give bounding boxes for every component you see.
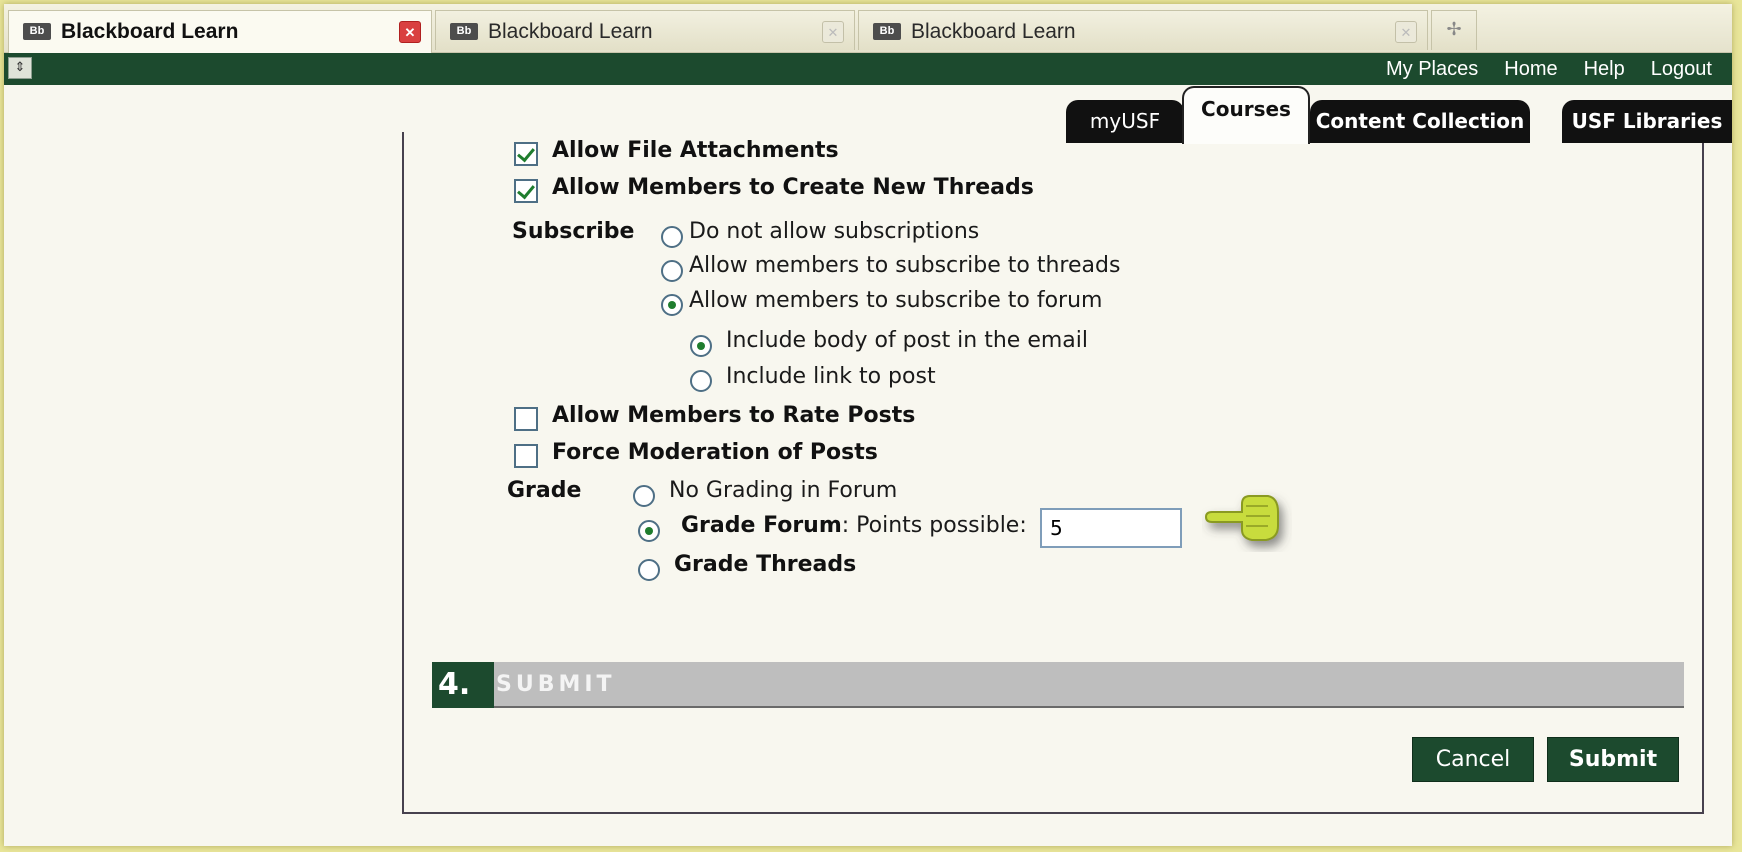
my-places-link[interactable]: My Places: [1386, 58, 1478, 80]
radio-selected-dot: [645, 527, 653, 535]
grade-forum-radio[interactable]: [638, 520, 660, 542]
section-number: 4.: [432, 662, 494, 708]
submit-section-header: 4. SUBMIT: [432, 662, 1684, 708]
allow-rate-posts-checkbox[interactable]: [514, 407, 538, 431]
allow-rate-posts-label: Allow Members to Rate Posts: [552, 403, 916, 428]
no-grading-label: No Grading in Forum: [669, 478, 898, 503]
grade-threads-label: Grade Threads: [674, 552, 857, 577]
global-links: My Places Home Help Logout: [1386, 58, 1732, 81]
grade-threads-radio[interactable]: [638, 559, 660, 581]
tab-myusf[interactable]: myUSF: [1066, 100, 1184, 143]
collapse-header-icon[interactable]: ⇕: [8, 57, 32, 79]
browser-tab-bar: Bb Blackboard Learn ✕ Bb Blackboard Lear…: [4, 4, 1732, 53]
cancel-button[interactable]: Cancel: [1412, 737, 1534, 782]
browser-tab-title: Blackboard Learn: [911, 20, 1076, 43]
no-grading-radio[interactable]: [633, 485, 655, 507]
browser-tab-1[interactable]: Bb Blackboard Learn ✕: [8, 10, 432, 53]
include-link-radio[interactable]: [690, 370, 712, 392]
grade-label: Grade: [507, 478, 582, 503]
blackboard-favicon-icon: Bb: [23, 23, 51, 40]
tab-content-collection[interactable]: Content Collection: [1310, 100, 1530, 143]
include-body-label: Include body of post in the email: [726, 328, 1089, 353]
browser-tab-title: Blackboard Learn: [488, 20, 653, 43]
browser-tab-3[interactable]: Bb Blackboard Learn ✕: [858, 10, 1428, 50]
allow-file-attachments-checkbox[interactable]: [514, 142, 538, 166]
browser-tab-title: Blackboard Learn: [61, 20, 239, 43]
browser-window: Bb Blackboard Learn ✕ Bb Blackboard Lear…: [4, 4, 1732, 846]
allow-new-threads-label: Allow Members to Create New Threads: [552, 175, 1034, 200]
close-tab-icon[interactable]: ✕: [399, 21, 421, 43]
help-link[interactable]: Help: [1584, 58, 1625, 80]
top-navigation-bar: ⇕ My Places Home Help Logout: [4, 53, 1732, 85]
force-moderation-label: Force Moderation of Posts: [552, 440, 878, 465]
subscribe-forum-label: Allow members to subscribe to forum: [689, 288, 1103, 313]
grade-forum-row: Grade Forum: Points possible:: [681, 513, 1027, 538]
blackboard-favicon-icon: Bb: [873, 23, 901, 40]
close-tab-icon[interactable]: ✕: [822, 21, 844, 43]
home-link[interactable]: Home: [1504, 58, 1557, 80]
grade-forum-label: Grade Forum: [681, 513, 842, 538]
points-possible-label: : Points possible:: [841, 513, 1027, 538]
subscribe-none-radio[interactable]: [661, 226, 683, 248]
subscribe-none-label: Do not allow subscriptions: [689, 219, 980, 244]
tab-courses[interactable]: Courses: [1182, 86, 1310, 144]
subscribe-label: Subscribe: [512, 219, 635, 244]
blackboard-favicon-icon: Bb: [450, 23, 478, 40]
radio-selected-dot: [668, 301, 676, 309]
allow-new-threads-checkbox[interactable]: [514, 179, 538, 203]
include-link-label: Include link to post: [726, 364, 936, 389]
browser-tab-2[interactable]: Bb Blackboard Learn ✕: [435, 10, 855, 50]
subscribe-forum-radio[interactable]: [661, 294, 683, 316]
submit-button[interactable]: Submit: [1547, 737, 1679, 782]
new-tab-button[interactable]: ✢: [1431, 10, 1477, 50]
subscribe-threads-label: Allow members to subscribe to threads: [689, 253, 1121, 278]
section-title: SUBMIT: [496, 672, 616, 697]
subscribe-threads-radio[interactable]: [661, 260, 683, 282]
pointing-hand-icon: [1204, 495, 1279, 541]
checkmark-icon: [517, 143, 535, 163]
logout-link[interactable]: Logout: [1651, 58, 1712, 80]
force-moderation-checkbox[interactable]: [514, 444, 538, 468]
checkmark-icon: [517, 180, 535, 200]
allow-file-attachments-label: Allow File Attachments: [552, 138, 839, 163]
points-possible-input[interactable]: [1040, 508, 1182, 548]
radio-selected-dot: [697, 342, 705, 350]
include-body-radio[interactable]: [690, 335, 712, 357]
tab-usf-libraries[interactable]: USF Libraries: [1562, 100, 1732, 143]
close-tab-icon[interactable]: ✕: [1395, 21, 1417, 43]
